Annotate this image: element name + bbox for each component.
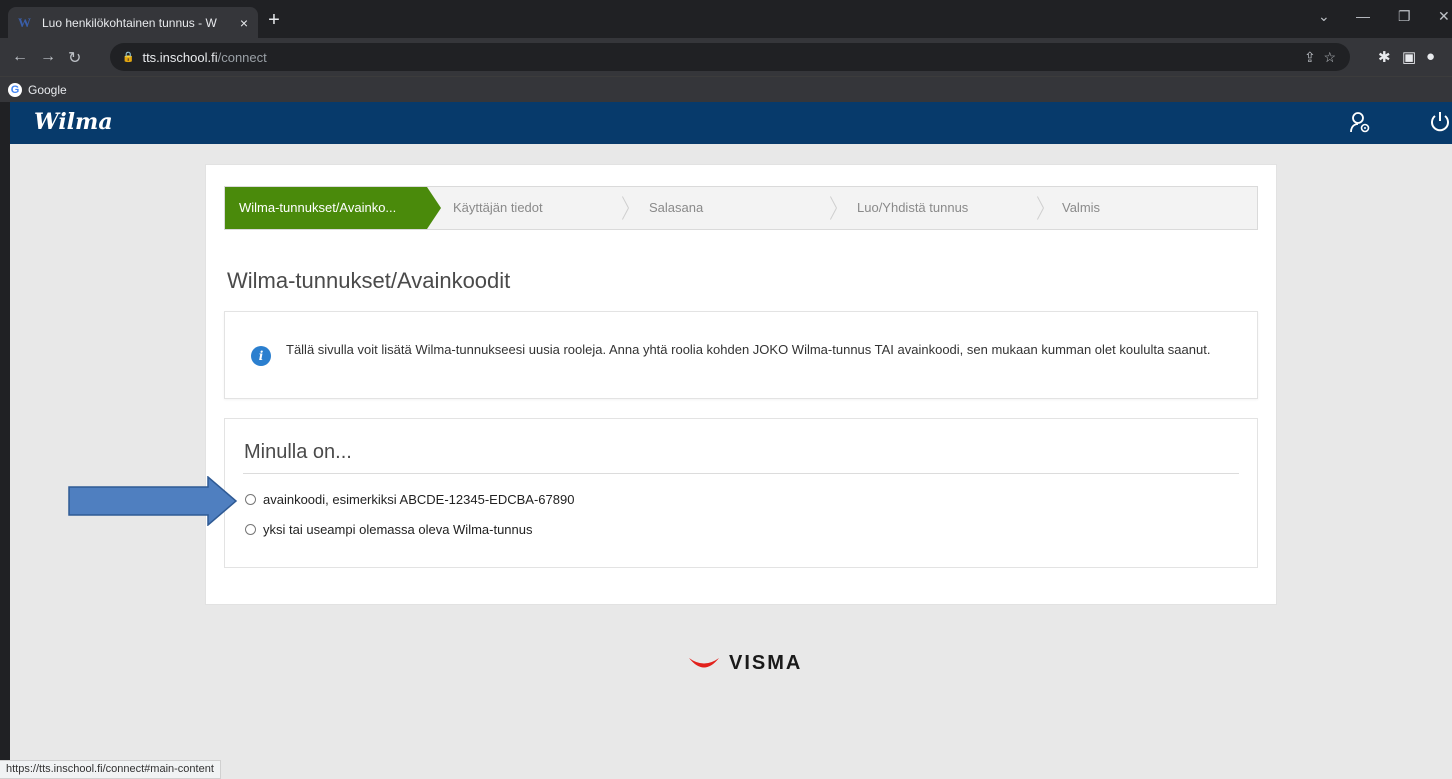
window-edge: [0, 102, 10, 779]
browser-tab-bar: W Luo henkilökohtainen tunnus - W × + ⌄ …: [0, 0, 1452, 38]
wilma-header: Wilma: [10, 102, 1452, 144]
step-label: Wilma-tunnukset/Avainko...: [239, 200, 397, 215]
extensions-icon[interactable]: ✱: [1378, 48, 1391, 66]
lock-icon: 🔒: [122, 51, 135, 63]
annotation-arrow-icon: [68, 476, 238, 526]
step-label: Valmis: [1062, 200, 1101, 215]
tab-search-icon[interactable]: ⌄: [1318, 8, 1330, 25]
info-box: i Tällä sivulla voit lisätä Wilma-tunnuk…: [224, 311, 1258, 399]
wilma-favicon-icon: W: [18, 14, 31, 30]
browser-toolbar: ← → ↻ 🔒 tts.inschool.fi /connect ⇪ ☆ ✱ ▣…: [0, 38, 1452, 76]
profile-icon[interactable]: ●: [1426, 48, 1435, 65]
wizard-steps: Wilma-tunnukset/Avainko... Käyttäjän tie…: [224, 186, 1258, 230]
choice-box: Minulla on... avainkoodi, esimerkiksi AB…: [224, 418, 1258, 568]
radio-existing-account[interactable]: [245, 524, 256, 535]
option-label[interactable]: avainkoodi, esimerkiksi ABCDE-12345-EDCB…: [263, 492, 574, 507]
step-separator: [1036, 195, 1050, 221]
back-icon[interactable]: ←: [12, 48, 28, 66]
visma-mark-icon: [689, 657, 719, 667]
step-create-connect: Luo/Yhdistä tunnus: [843, 187, 1050, 229]
address-bar[interactable]: 🔒 tts.inschool.fi /connect ⇪ ☆: [110, 43, 1350, 71]
url-host: tts.inschool.fi: [142, 49, 218, 65]
step-separator: [829, 195, 843, 221]
status-bar-url: https://tts.inschool.fi/connect#main-con…: [0, 760, 221, 779]
page-title: Wilma-tunnukset/Avainkoodit: [227, 268, 511, 293]
step-label: Käyttäjän tiedot: [453, 200, 543, 215]
option-label[interactable]: yksi tai useampi olemassa oleva Wilma-tu…: [263, 522, 533, 537]
step-label: Luo/Yhdistä tunnus: [857, 200, 969, 215]
user-settings-icon[interactable]: [1348, 110, 1372, 140]
new-tab-button[interactable]: +: [262, 9, 286, 32]
power-icon[interactable]: [1428, 110, 1452, 140]
radio-access-code[interactable]: [245, 494, 256, 505]
visma-wordmark: VISMA: [729, 652, 803, 674]
choice-title: Minulla on...: [244, 441, 352, 463]
share-star-icons[interactable]: ⇪ ☆: [1304, 49, 1336, 66]
wilma-logo[interactable]: Wilma: [34, 109, 113, 135]
info-icon: i: [251, 346, 271, 366]
step-done: Valmis: [1050, 187, 1257, 229]
visma-logo: VISMA: [687, 652, 802, 675]
step-user-info: Käyttäjän tiedot: [427, 187, 635, 229]
forward-icon[interactable]: →: [40, 48, 56, 66]
reload-icon[interactable]: ↻: [68, 48, 81, 68]
info-text: Tällä sivulla voit lisätä Wilma-tunnukse…: [286, 342, 1211, 357]
restore-icon[interactable]: ❐: [1398, 8, 1411, 25]
step-password: Salasana: [635, 187, 843, 229]
browser-tab[interactable]: W Luo henkilökohtainen tunnus - W ×: [8, 7, 258, 38]
step-label: Salasana: [649, 200, 704, 215]
bookmark-google[interactable]: Google: [28, 83, 67, 97]
side-panel-icon[interactable]: ▣: [1402, 48, 1416, 66]
step-separator: [621, 195, 635, 221]
menu-icon[interactable]: ⋮: [1446, 48, 1452, 66]
divider: [243, 473, 1239, 474]
google-icon: G: [8, 82, 22, 97]
url-path: /connect: [217, 49, 267, 65]
bookmarks-bar: G Google: [0, 76, 1452, 102]
option-existing-account[interactable]: yksi tai useampi olemassa oleva Wilma-tu…: [245, 522, 533, 537]
close-window-icon[interactable]: ✕: [1438, 8, 1450, 25]
minimize-icon[interactable]: —: [1356, 8, 1370, 24]
tab-close-icon[interactable]: ×: [240, 15, 248, 31]
option-access-code[interactable]: avainkoodi, esimerkiksi ABCDE-12345-EDCB…: [245, 492, 574, 507]
main-card: Wilma-tunnukset/Avainko... Käyttäjän tie…: [205, 164, 1277, 605]
step-wilma-credentials: Wilma-tunnukset/Avainko...: [225, 187, 441, 229]
tab-title: Luo henkilökohtainen tunnus - W: [42, 15, 217, 30]
